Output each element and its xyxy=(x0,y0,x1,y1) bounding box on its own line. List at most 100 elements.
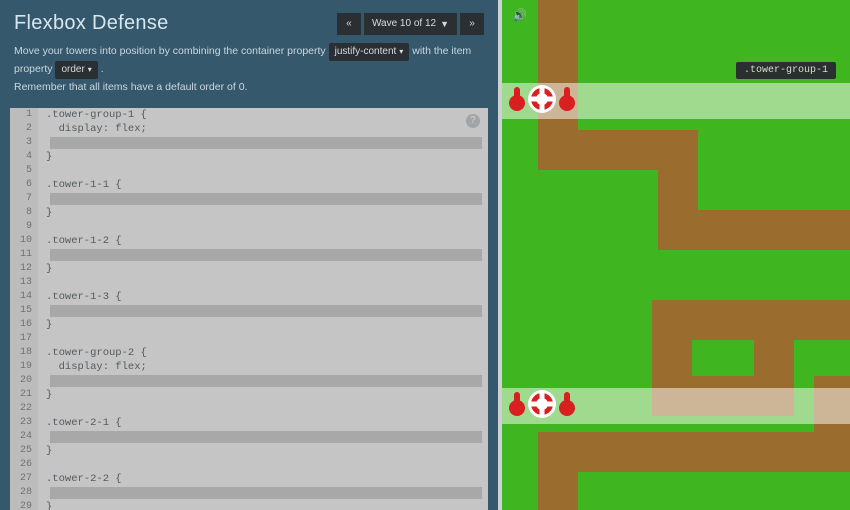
code-line: 6.tower-1-1 { xyxy=(10,178,488,192)
code-line: 19 display: flex; xyxy=(10,360,488,374)
line-number: 18 xyxy=(10,346,38,360)
line-content[interactable] xyxy=(38,136,488,150)
tower-cannon[interactable] xyxy=(508,87,526,111)
line-number: 12 xyxy=(10,262,38,276)
property-pill-justify-content[interactable]: justify-content▾ xyxy=(329,43,410,61)
code-line: 10.tower-1-2 { xyxy=(10,234,488,248)
line-content: } xyxy=(38,262,488,276)
wave-select-button[interactable]: Wave 10 of 12 ▼ xyxy=(364,13,457,35)
line-number: 19 xyxy=(10,360,38,374)
line-content: } xyxy=(38,444,488,458)
tower-cannon[interactable] xyxy=(558,392,576,416)
line-number: 9 xyxy=(10,220,38,234)
line-number: 27 xyxy=(10,472,38,486)
line-content: display: flex; xyxy=(38,360,488,374)
tower-group-2[interactable] xyxy=(508,390,576,418)
line-number: 1 xyxy=(10,108,38,122)
tower-cannon[interactable] xyxy=(558,87,576,111)
line-number: 2 xyxy=(10,122,38,136)
path-segment xyxy=(538,432,850,472)
sound-icon[interactable]: 🔊 xyxy=(512,8,527,22)
code-line: 11 xyxy=(10,248,488,262)
line-content xyxy=(38,164,488,178)
line-number: 17 xyxy=(10,332,38,346)
line-content: } xyxy=(38,206,488,220)
code-line: 1.tower-group-1 { xyxy=(10,108,488,122)
path-segment xyxy=(652,300,692,380)
editor-panel: Flexbox Defense « Wave 10 of 12 ▼ » Move… xyxy=(0,0,498,510)
code-line: 20 xyxy=(10,374,488,388)
line-number: 20 xyxy=(10,374,38,388)
code-line: 22 xyxy=(10,402,488,416)
property-pill-order[interactable]: order▾ xyxy=(55,61,97,79)
line-content[interactable] xyxy=(38,248,488,262)
line-content[interactable] xyxy=(38,430,488,444)
css-input[interactable] xyxy=(50,375,482,387)
code-line: 18.tower-group-2 { xyxy=(10,346,488,360)
wave-label: Wave 10 of 12 xyxy=(372,18,436,29)
code-line: 21} xyxy=(10,388,488,402)
css-input[interactable] xyxy=(50,249,482,261)
code-line: 7 xyxy=(10,192,488,206)
code-line: 17 xyxy=(10,332,488,346)
code-line: 24 xyxy=(10,430,488,444)
tower-cannon[interactable] xyxy=(508,392,526,416)
line-number: 5 xyxy=(10,164,38,178)
line-content: } xyxy=(38,500,488,510)
css-input[interactable] xyxy=(50,431,482,443)
code-line: 4} xyxy=(10,150,488,164)
line-number: 6 xyxy=(10,178,38,192)
wave-nav: « Wave 10 of 12 ▼ » xyxy=(337,13,484,35)
line-content[interactable] xyxy=(38,192,488,206)
line-number: 13 xyxy=(10,276,38,290)
code-line: 12} xyxy=(10,262,488,276)
line-number: 29 xyxy=(10,500,38,510)
line-content: } xyxy=(38,388,488,402)
css-input[interactable] xyxy=(50,305,482,317)
code-editor[interactable]: ? 1.tower-group-1 {2 display: flex;34}56… xyxy=(10,108,488,510)
line-content: .tower-2-2 { xyxy=(38,472,488,486)
code-line: 15 xyxy=(10,304,488,318)
line-content: .tower-2-1 { xyxy=(38,416,488,430)
line-number: 4 xyxy=(10,150,38,164)
tower-target[interactable] xyxy=(528,85,556,113)
line-number: 24 xyxy=(10,430,38,444)
line-content: .tower-group-2 { xyxy=(38,346,488,360)
next-wave-button[interactable]: » xyxy=(460,13,484,35)
caret-down-icon: ▾ xyxy=(399,46,403,59)
line-content: .tower-1-1 { xyxy=(38,178,488,192)
code-line: 8} xyxy=(10,206,488,220)
caret-down-icon: ▾ xyxy=(88,64,92,77)
caret-down-icon: ▼ xyxy=(440,19,449,29)
line-number: 15 xyxy=(10,304,38,318)
line-content xyxy=(38,458,488,472)
line-number: 11 xyxy=(10,248,38,262)
code-line: 26 xyxy=(10,458,488,472)
line-number: 7 xyxy=(10,192,38,206)
path-segment xyxy=(658,210,850,250)
line-number: 28 xyxy=(10,486,38,500)
line-content: .tower-1-2 { xyxy=(38,234,488,248)
code-line: 23.tower-2-1 { xyxy=(10,416,488,430)
code-line: 25} xyxy=(10,444,488,458)
line-number: 8 xyxy=(10,206,38,220)
line-content[interactable] xyxy=(38,374,488,388)
line-number: 23 xyxy=(10,416,38,430)
line-number: 22 xyxy=(10,402,38,416)
line-content[interactable] xyxy=(38,304,488,318)
css-input[interactable] xyxy=(50,137,482,149)
line-number: 14 xyxy=(10,290,38,304)
line-content xyxy=(38,332,488,346)
line-content: } xyxy=(38,150,488,164)
line-content[interactable] xyxy=(38,486,488,500)
code-line: 28 xyxy=(10,486,488,500)
css-input[interactable] xyxy=(50,193,482,205)
path-segment xyxy=(538,432,578,510)
code-line: 3 xyxy=(10,136,488,150)
code-line: 27.tower-2-2 { xyxy=(10,472,488,486)
prev-wave-button[interactable]: « xyxy=(337,13,361,35)
css-input[interactable] xyxy=(50,487,482,499)
tower-group-1[interactable] xyxy=(508,85,576,113)
tower-target[interactable] xyxy=(528,390,556,418)
line-number: 21 xyxy=(10,388,38,402)
